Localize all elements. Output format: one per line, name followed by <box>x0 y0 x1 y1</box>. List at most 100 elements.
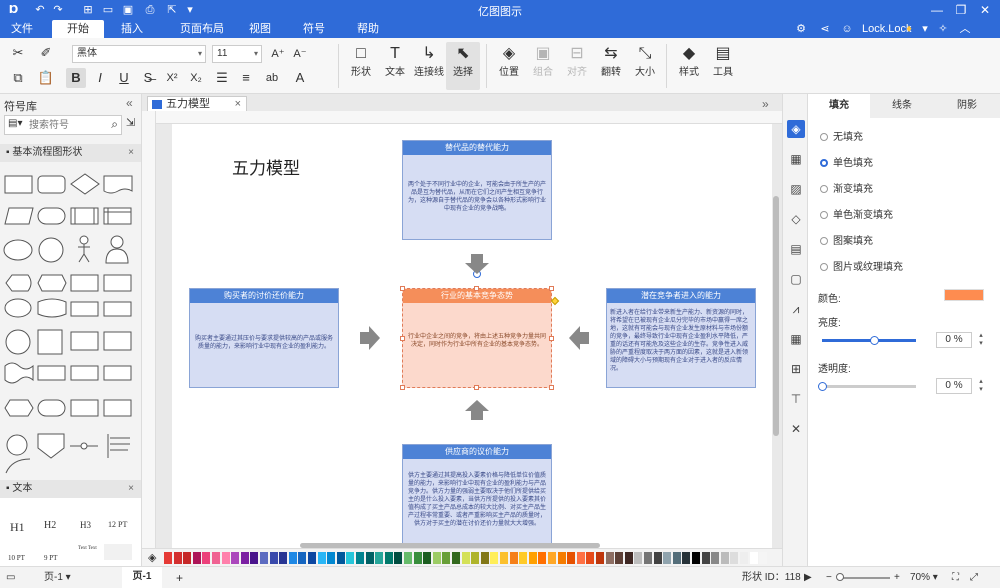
connector-tool-button[interactable]: ↳ 连接线 <box>412 42 446 90</box>
palette-swatch[interactable] <box>624 552 633 564</box>
palette-swatch[interactable] <box>672 552 681 564</box>
palette-swatch[interactable] <box>327 552 336 564</box>
flowchart-shapes-grid[interactable] <box>0 168 140 478</box>
palette-swatch[interactable] <box>192 552 201 564</box>
palette-swatch[interactable] <box>365 552 374 564</box>
palette-swatch[interactable] <box>644 552 652 564</box>
copy-icon[interactable]: ⧉ <box>8 68 28 88</box>
tools-button[interactable]: ▤ 工具 <box>706 42 740 90</box>
dropdown-icon[interactable]: ▾ <box>918 22 932 36</box>
format-painter-icon[interactable]: ✐ <box>36 43 56 63</box>
resize-handle[interactable] <box>400 336 405 341</box>
resize-handle[interactable] <box>474 286 479 291</box>
maximize-icon[interactable]: ❐ <box>952 1 970 19</box>
palette-swatch[interactable] <box>164 552 172 564</box>
palette-swatch[interactable] <box>711 552 720 564</box>
palette-swatch[interactable] <box>701 552 710 564</box>
user-avatar-icon[interactable]: ☺ <box>840 22 854 36</box>
size-button[interactable]: ⤡ 大小 <box>628 42 662 90</box>
group-button[interactable]: ▣ 组合 <box>526 42 560 90</box>
resize-handle[interactable] <box>400 286 405 291</box>
slider-knob[interactable] <box>818 382 827 391</box>
minimize-icon[interactable]: — <box>928 1 946 19</box>
palette-swatch[interactable] <box>740 552 748 564</box>
align-button[interactable]: ⊟ 对齐 <box>560 42 594 90</box>
palette-swatch[interactable] <box>413 552 422 564</box>
palette-swatch[interactable] <box>500 552 508 564</box>
slider-knob[interactable] <box>869 336 879 345</box>
tab-shadow[interactable]: 阴影 <box>934 94 1000 118</box>
text-style-10pt[interactable]: 10 PT <box>8 554 25 562</box>
text-style-12pt[interactable]: 12 PT <box>108 520 127 529</box>
tab-page-layout[interactable]: 页面布局 <box>172 20 232 38</box>
tab-view[interactable]: 视图 <box>242 20 278 38</box>
text-style-box[interactable] <box>104 544 132 560</box>
palette-swatch[interactable] <box>394 552 403 564</box>
connector-panel-icon[interactable]: ✕ <box>787 420 805 438</box>
palette-swatch[interactable] <box>663 552 672 564</box>
text-style-h2[interactable]: H2 <box>44 520 56 531</box>
font-color-icon[interactable]: A <box>290 68 310 88</box>
symbol-search[interactable]: ▤▾ ⌕ <box>4 115 122 135</box>
font-shrink-icon[interactable]: A⁻ <box>290 44 310 64</box>
resize-handle[interactable] <box>549 385 554 390</box>
font-family-select[interactable]: 黑体 ▾ <box>72 45 206 63</box>
resize-handle[interactable] <box>400 385 405 390</box>
transparency-input[interactable]: 0 % <box>936 378 972 394</box>
fit-page-icon[interactable]: ⛶ <box>952 571 959 585</box>
fullscreen-icon[interactable]: ⤢ <box>970 571 978 585</box>
palette-swatch[interactable] <box>173 552 182 564</box>
settings-icon[interactable]: ⚙ <box>794 22 808 36</box>
table-panel-icon[interactable]: ▦ <box>787 330 805 348</box>
palette-swatch[interactable] <box>442 552 451 564</box>
page-panel-icon[interactable]: ▤ <box>787 240 805 258</box>
subscript-button[interactable]: X₂ <box>186 68 206 88</box>
play-icon[interactable]: ▶ <box>804 571 812 585</box>
palette-swatch[interactable] <box>183 552 192 564</box>
italic-button[interactable]: I <box>90 68 110 88</box>
tab-fill[interactable]: 填充 <box>808 94 870 118</box>
palette-swatch[interactable] <box>212 552 220 564</box>
palette-swatch[interactable] <box>548 552 556 564</box>
text-highlight-icon[interactable]: ab <box>262 68 282 88</box>
fill-option-picture[interactable]: 图片或纹理填充 <box>820 258 903 273</box>
card-buyers[interactable]: 购买者的讨价还价能力 购买者主要通过其压价与要求提供较高的产品或服务质量的能力，… <box>189 288 339 388</box>
diagram-title[interactable]: 五力模型 <box>232 154 300 179</box>
fill-panel-icon[interactable]: ◈ <box>787 120 805 138</box>
palette-swatch[interactable] <box>538 552 547 564</box>
palette-swatch[interactable] <box>586 552 595 564</box>
palette-swatch[interactable] <box>308 552 316 564</box>
align-icon[interactable]: ≡ <box>236 68 256 88</box>
palette-swatch[interactable] <box>653 552 662 564</box>
fill-color-picker[interactable] <box>944 289 984 301</box>
page-view-icon[interactable]: ▭ <box>6 571 15 585</box>
arrow-up-shape[interactable] <box>465 400 489 420</box>
zoom-value[interactable]: 70% ▾ <box>910 571 938 585</box>
import-icon[interactable]: ⇲ <box>126 116 135 129</box>
brightness-spinner[interactable]: ▴ ▾ <box>976 332 986 348</box>
palette-swatch[interactable] <box>749 552 758 564</box>
vertical-scrollbar[interactable] <box>773 196 779 436</box>
bullets-icon[interactable]: ☰ <box>212 68 232 88</box>
palette-swatch[interactable] <box>519 552 528 564</box>
brightness-slider[interactable] <box>822 336 916 345</box>
palette-swatch[interactable] <box>634 552 643 564</box>
close-icon[interactable]: ✕ <box>976 1 994 19</box>
palette-swatch[interactable] <box>250 552 259 564</box>
palette-swatch[interactable] <box>260 552 268 564</box>
underline-button[interactable]: U <box>114 68 134 88</box>
palette-swatch[interactable] <box>557 552 566 564</box>
palette-swatch[interactable] <box>384 552 393 564</box>
palette-swatch[interactable] <box>461 552 470 564</box>
tab-symbol[interactable]: 符号 <box>296 20 332 38</box>
add-page-button[interactable]: + <box>176 571 183 585</box>
palette-swatch[interactable] <box>682 552 691 564</box>
chart-panel-icon[interactable]: ⩘ <box>787 300 805 318</box>
search-input[interactable] <box>29 118 105 132</box>
palette-swatch[interactable] <box>375 552 384 564</box>
zoom-slider-knob[interactable] <box>836 573 844 581</box>
library-menu-icon[interactable]: ▤▾ <box>8 118 22 129</box>
fill-option-single-gradient[interactable]: 单色渐变填充 <box>820 206 893 221</box>
transparency-slider[interactable] <box>818 382 916 391</box>
transparency-spinner[interactable]: ▴ ▾ <box>976 378 986 394</box>
